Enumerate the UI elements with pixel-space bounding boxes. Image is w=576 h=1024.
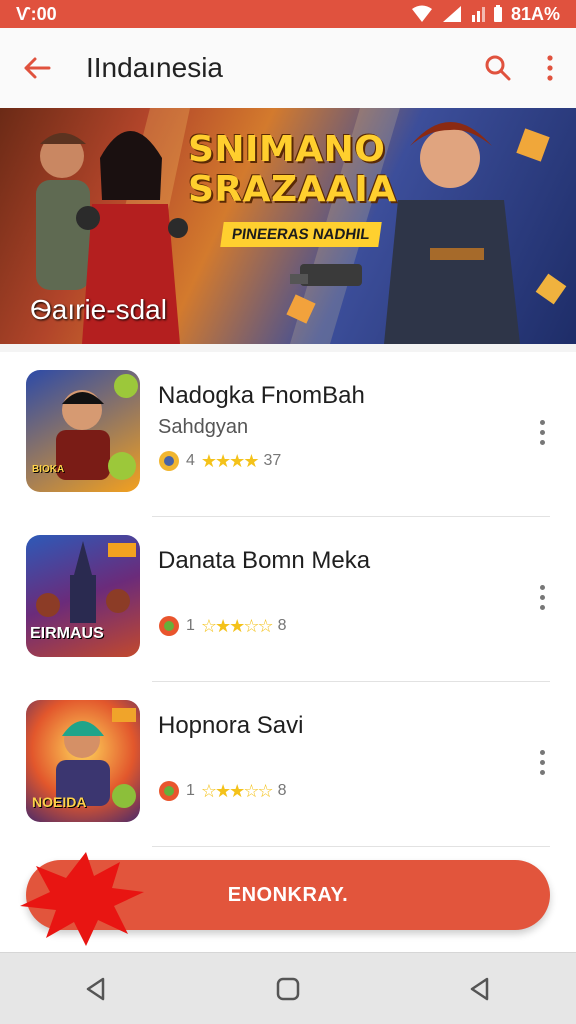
page-title: IIndaınesia [86, 52, 223, 83]
nav-home-button[interactable] [248, 953, 328, 1024]
app-rating: 4 ★★★★ 37 [158, 450, 281, 472]
search-icon [485, 55, 511, 81]
app-thumbnail-label: BIOKA [32, 464, 65, 475]
primary-action-label: ENONKRAY. [227, 883, 349, 906]
status-time: Ѵ:00 [16, 3, 57, 24]
more-vert-icon [547, 55, 553, 81]
more-vert-icon [539, 584, 545, 590]
app-name: Hopnora Savi [158, 712, 304, 739]
app-thumbnail-label: EIRMAUS [30, 625, 104, 642]
battery-percent: 81A% [510, 3, 560, 24]
nav-back-button[interactable] [56, 953, 136, 1024]
status-bar: Ѵ:00 81A% [0, 0, 576, 28]
badge-icon [159, 616, 179, 636]
star-rating: ☆★★☆☆ [200, 615, 274, 636]
item-overflow-button[interactable] [528, 412, 556, 452]
divider [152, 846, 550, 847]
app-developer: Sahdgyan [158, 416, 249, 438]
star-rating: ☆★★☆☆ [200, 780, 274, 801]
more-vert-icon [539, 419, 545, 425]
list-item[interactable]: BIOKA Nadogka FnomBah Sahdgyan 4 ★★★★ 37 [0, 352, 576, 516]
badge-icon [159, 781, 179, 801]
nav-recents-icon [470, 977, 489, 1000]
app-thumbnail: BIOKA [26, 370, 140, 492]
app-name: Nadogka FnomBah [158, 382, 365, 409]
rating-count: 8 [277, 782, 287, 799]
badge-icon [159, 451, 179, 471]
rating-count: 37 [263, 452, 282, 469]
rating-value: 4 [186, 452, 195, 469]
banner-headline: SNIMANO SRAZAAIA [188, 130, 397, 210]
star-rating: ★★★★ [200, 450, 260, 471]
app-rating: 1 ☆★★☆☆ 8 [158, 780, 287, 802]
cellular-signal-icon [442, 6, 461, 22]
nav-recents-button[interactable] [440, 953, 520, 1024]
more-vert-icon [539, 749, 545, 755]
arrow-back-icon [24, 57, 51, 79]
item-overflow-button[interactable] [528, 577, 556, 617]
item-overflow-button[interactable] [528, 742, 556, 782]
nav-home-icon [276, 977, 300, 1000]
splash-icon [20, 852, 144, 946]
wifi-icon [411, 5, 432, 22]
app-rating: 1 ☆★★☆☆ 8 [158, 615, 287, 637]
banner-headline-line1: SNIMANO [188, 129, 386, 170]
nav-back-icon [86, 977, 105, 1000]
list-item[interactable]: NOEIDA Hopnora Savi 1 ☆★★☆☆ 8 [0, 682, 576, 846]
status-icons: 81A% [411, 4, 560, 25]
system-nav-bar [0, 952, 576, 1024]
app-thumbnail-label: NOEIDA [32, 794, 87, 810]
search-button[interactable] [472, 28, 524, 108]
app-bar: IIndaınesia [0, 28, 576, 108]
back-button[interactable] [0, 28, 74, 108]
banner-caption: Ѳaırie-sdal [30, 294, 167, 325]
overflow-menu-button[interactable] [524, 28, 576, 108]
banner-tagline: PINEERAS NADHIL [220, 222, 382, 247]
app-thumbnail: EIRMAUS [26, 535, 140, 657]
promo-banner[interactable]: SNIMANO SRAZAAIA PINEERAS NADHIL Ѳaırie-… [0, 108, 576, 344]
banner-headline-line2: SRAZAAIA [188, 169, 397, 210]
rating-count: 8 [277, 617, 287, 634]
list-item[interactable]: EIRMAUS Danata Bomn Meka 1 ☆★★☆☆ 8 [0, 517, 576, 681]
signal-bars-icon [471, 7, 485, 22]
battery-icon [493, 5, 502, 22]
rating-value: 1 [186, 617, 195, 634]
app-name: Danata Bomn Meka [158, 547, 371, 574]
app-thumbnail: NOEIDA [26, 700, 140, 822]
rating-value: 1 [186, 782, 195, 799]
